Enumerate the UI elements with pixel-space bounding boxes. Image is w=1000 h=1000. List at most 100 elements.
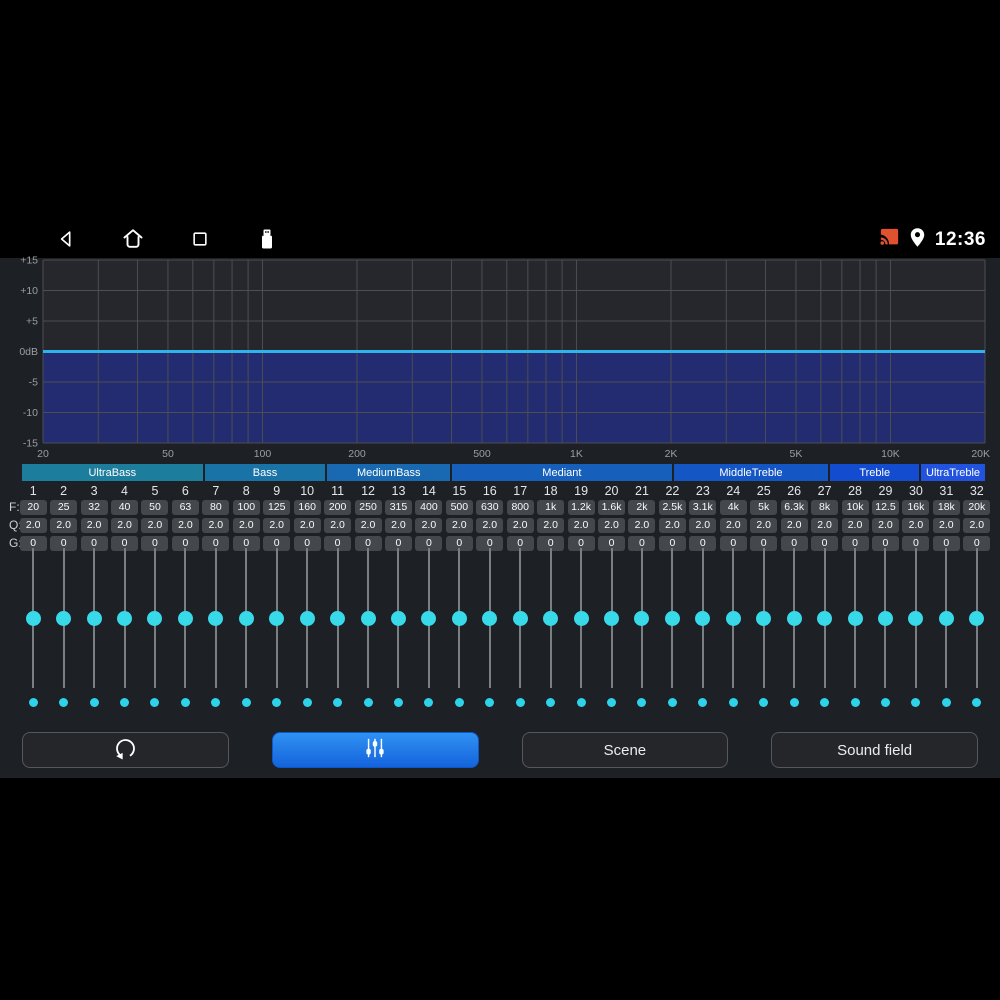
channel-dot-cell[interactable] — [931, 697, 961, 707]
slider-knob[interactable] — [86, 610, 102, 626]
slider-knob[interactable] — [664, 610, 680, 626]
home-button[interactable] — [121, 228, 145, 252]
gain-slider[interactable] — [566, 548, 596, 688]
reset-button[interactable] — [22, 732, 229, 768]
slider-knob[interactable] — [695, 610, 711, 626]
gain-slider[interactable] — [322, 548, 352, 688]
channel-dot[interactable] — [515, 697, 525, 707]
channel-dot[interactable] — [546, 697, 556, 707]
slider-knob[interactable] — [938, 610, 954, 626]
channel-dot[interactable] — [637, 697, 647, 707]
channel-dot-cell[interactable] — [322, 697, 352, 707]
channel-dot-cell[interactable] — [962, 697, 992, 707]
channel-dot-cell[interactable] — [809, 697, 839, 707]
slider-knob[interactable] — [969, 610, 985, 626]
channel-dot[interactable] — [759, 697, 769, 707]
channel-dot[interactable] — [59, 697, 69, 707]
slider-knob[interactable] — [238, 610, 254, 626]
slider-knob[interactable] — [756, 610, 772, 626]
channel-dot-cell[interactable] — [657, 697, 687, 707]
gain-slider[interactable] — [688, 548, 718, 688]
channel-dot-cell[interactable] — [48, 697, 78, 707]
slider-knob[interactable] — [634, 610, 650, 626]
gain-slider[interactable] — [292, 548, 322, 688]
slider-knob[interactable] — [543, 610, 559, 626]
gain-slider[interactable] — [840, 548, 870, 688]
channel-dot[interactable] — [424, 697, 434, 707]
channel-dot[interactable] — [180, 697, 190, 707]
channel-dot-cell[interactable] — [718, 697, 748, 707]
gain-slider[interactable] — [170, 548, 200, 688]
channel-dot-cell[interactable] — [444, 697, 474, 707]
channel-dot-cell[interactable] — [383, 697, 413, 707]
slider-knob[interactable] — [299, 610, 315, 626]
channel-dot-cell[interactable] — [535, 697, 565, 707]
slider-knob[interactable] — [817, 610, 833, 626]
slider-knob[interactable] — [847, 610, 863, 626]
gain-slider[interactable] — [535, 548, 565, 688]
channel-dot-cell[interactable] — [749, 697, 779, 707]
slider-knob[interactable] — [390, 610, 406, 626]
slider-knob[interactable] — [56, 610, 72, 626]
sound-field-button[interactable]: Sound field — [771, 732, 978, 768]
channel-dot-cell[interactable] — [627, 697, 657, 707]
channel-dot[interactable] — [667, 697, 677, 707]
gain-slider[interactable] — [18, 548, 48, 688]
channel-dot-cell[interactable] — [505, 697, 535, 707]
gain-slider[interactable] — [779, 548, 809, 688]
gain-slider[interactable] — [627, 548, 657, 688]
channel-dot-cell[interactable] — [901, 697, 931, 707]
slider-knob[interactable] — [147, 610, 163, 626]
gain-slider[interactable] — [870, 548, 900, 688]
slider-knob[interactable] — [269, 610, 285, 626]
slider-knob[interactable] — [360, 610, 376, 626]
channel-dot-cell[interactable] — [201, 697, 231, 707]
channel-dot[interactable] — [211, 697, 221, 707]
channel-dot-cell[interactable] — [170, 697, 200, 707]
gain-slider[interactable] — [475, 548, 505, 688]
slider-knob[interactable] — [877, 610, 893, 626]
channel-dot-cell[interactable] — [688, 697, 718, 707]
scene-button[interactable]: Scene — [521, 732, 729, 768]
channel-dot[interactable] — [576, 697, 586, 707]
channel-dot-cell[interactable] — [779, 697, 809, 707]
channel-dot[interactable] — [363, 697, 373, 707]
gain-slider[interactable] — [749, 548, 779, 688]
slider-knob[interactable] — [604, 610, 620, 626]
channel-dot-cell[interactable] — [262, 697, 292, 707]
gain-slider[interactable] — [505, 548, 535, 688]
channel-dot[interactable] — [241, 697, 251, 707]
equalizer-tab-button[interactable] — [271, 732, 479, 768]
channel-dot[interactable] — [972, 697, 982, 707]
channel-dot[interactable] — [698, 697, 708, 707]
gain-slider[interactable] — [444, 548, 474, 688]
recents-button[interactable] — [188, 228, 212, 252]
slider-knob[interactable] — [908, 610, 924, 626]
channel-dot-cell[interactable] — [79, 697, 109, 707]
channel-dot[interactable] — [485, 697, 495, 707]
gain-slider[interactable] — [414, 548, 444, 688]
gain-slider[interactable] — [718, 548, 748, 688]
channel-dot-cell[interactable] — [231, 697, 261, 707]
channel-dot[interactable] — [89, 697, 99, 707]
gain-slider[interactable] — [231, 548, 261, 688]
slider-knob[interactable] — [725, 610, 741, 626]
channel-dot-cell[interactable] — [870, 697, 900, 707]
channel-dot[interactable] — [789, 697, 799, 707]
channel-dot-cell[interactable] — [475, 697, 505, 707]
slider-knob[interactable] — [786, 610, 802, 626]
channel-dot-cell[interactable] — [353, 697, 383, 707]
channel-dot-cell[interactable] — [840, 697, 870, 707]
channel-dot[interactable] — [911, 697, 921, 707]
gain-slider[interactable] — [657, 548, 687, 688]
slider-knob[interactable] — [117, 610, 133, 626]
channel-dot-cell[interactable] — [18, 697, 48, 707]
channel-dot-cell[interactable] — [414, 697, 444, 707]
channel-dot[interactable] — [28, 697, 38, 707]
channel-dot[interactable] — [333, 697, 343, 707]
back-button[interactable] — [54, 228, 78, 252]
gain-slider[interactable] — [809, 548, 839, 688]
gain-slider[interactable] — [48, 548, 78, 688]
gain-slider[interactable] — [901, 548, 931, 688]
channel-dot-cell[interactable] — [292, 697, 322, 707]
